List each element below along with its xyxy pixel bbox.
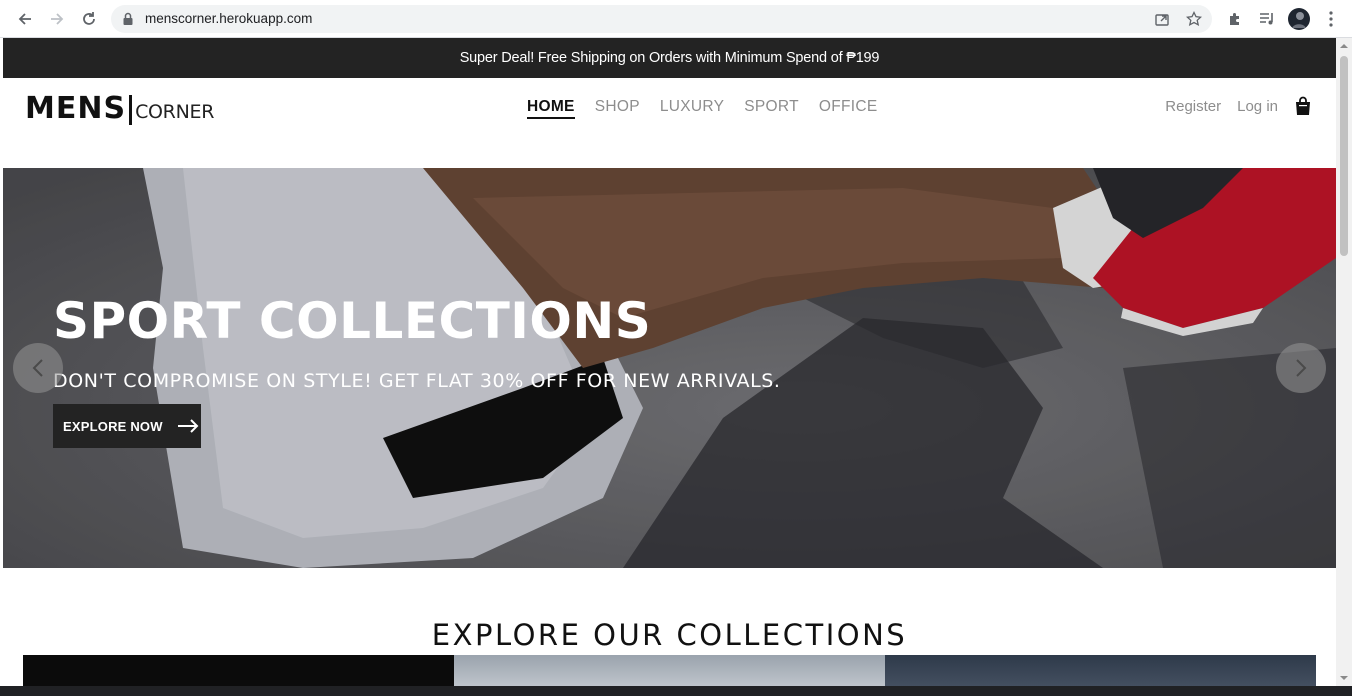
browser-toolbar: menscorner.herokuapp.com	[0, 0, 1352, 38]
back-arrow-icon	[18, 13, 31, 25]
page-scrollbar[interactable]	[1336, 38, 1352, 686]
shopping-bag-icon[interactable]	[1294, 96, 1312, 116]
arrow-right-icon	[177, 419, 199, 433]
nav-home[interactable]: HOME	[527, 98, 575, 119]
collection-tile[interactable]	[23, 655, 454, 686]
forward-arrow-icon	[51, 13, 64, 25]
site-header: MENS CORNER HOME SHOP LUXURY SPORT OFFIC…	[3, 78, 1336, 168]
bookmark-star-icon[interactable]	[1185, 10, 1203, 28]
hero-subtitle: DON'T COMPROMISE ON STYLE! GET FLAT 30% …	[53, 370, 781, 392]
logo-mens: MENS	[25, 91, 127, 126]
register-link[interactable]: Register	[1165, 98, 1221, 115]
reload-icon	[83, 12, 95, 25]
nav-office[interactable]: OFFICE	[819, 98, 878, 119]
main-nav: HOME SHOP LUXURY SPORT OFFICE	[527, 98, 878, 119]
media-queue-icon[interactable]	[1256, 8, 1278, 30]
kebab-menu-icon[interactable]	[1320, 8, 1342, 30]
nav-sport[interactable]: SPORT	[744, 98, 799, 119]
hero-title: SPORT COLLECTIONS	[53, 292, 652, 350]
carousel-prev-button[interactable]	[13, 343, 63, 393]
explore-now-button[interactable]: EXPLORE NOW	[53, 404, 201, 448]
scroll-thumb[interactable]	[1340, 56, 1348, 256]
carousel-next-button[interactable]	[1276, 343, 1326, 393]
site-logo[interactable]: MENS CORNER	[25, 91, 214, 127]
logo-corner: CORNER	[135, 101, 215, 123]
collections-grid	[23, 655, 1316, 686]
reload-button[interactable]	[78, 8, 100, 30]
hero-background-image	[3, 168, 1336, 568]
hero-carousel: SPORT COLLECTIONS DON'T COMPROMISE ON ST…	[3, 168, 1336, 568]
profile-avatar[interactable]	[1288, 8, 1310, 30]
url-text: menscorner.herokuapp.com	[145, 11, 313, 26]
chevron-right-icon	[1296, 359, 1307, 377]
login-link[interactable]: Log in	[1237, 98, 1278, 115]
collection-tile[interactable]	[454, 655, 885, 686]
logo-divider	[129, 95, 133, 125]
forward-button[interactable]	[46, 8, 68, 30]
lock-icon[interactable]	[119, 10, 137, 28]
back-button[interactable]	[14, 8, 36, 30]
chevron-left-icon	[32, 359, 43, 377]
scroll-down-arrow-icon[interactable]	[1340, 674, 1348, 682]
taskbar-strip	[0, 686, 1352, 696]
page-viewport: Super Deal! Free Shipping on Orders with…	[3, 38, 1336, 686]
nav-luxury[interactable]: LUXURY	[660, 98, 724, 119]
extensions-puzzle-icon[interactable]	[1224, 8, 1246, 30]
address-bar[interactable]: menscorner.herokuapp.com	[111, 5, 1212, 33]
account-links: Register Log in	[1165, 96, 1312, 116]
promo-text: Super Deal! Free Shipping on Orders with…	[459, 50, 880, 66]
scroll-up-arrow-icon[interactable]	[1340, 42, 1348, 50]
nav-shop[interactable]: SHOP	[595, 98, 640, 119]
collections-heading: EXPLORE OUR COLLECTIONS	[431, 618, 908, 652]
share-icon[interactable]	[1153, 10, 1171, 28]
explore-now-label: EXPLORE NOW	[63, 418, 163, 434]
promo-banner: Super Deal! Free Shipping on Orders with…	[3, 38, 1336, 78]
collection-tile[interactable]	[885, 655, 1316, 686]
